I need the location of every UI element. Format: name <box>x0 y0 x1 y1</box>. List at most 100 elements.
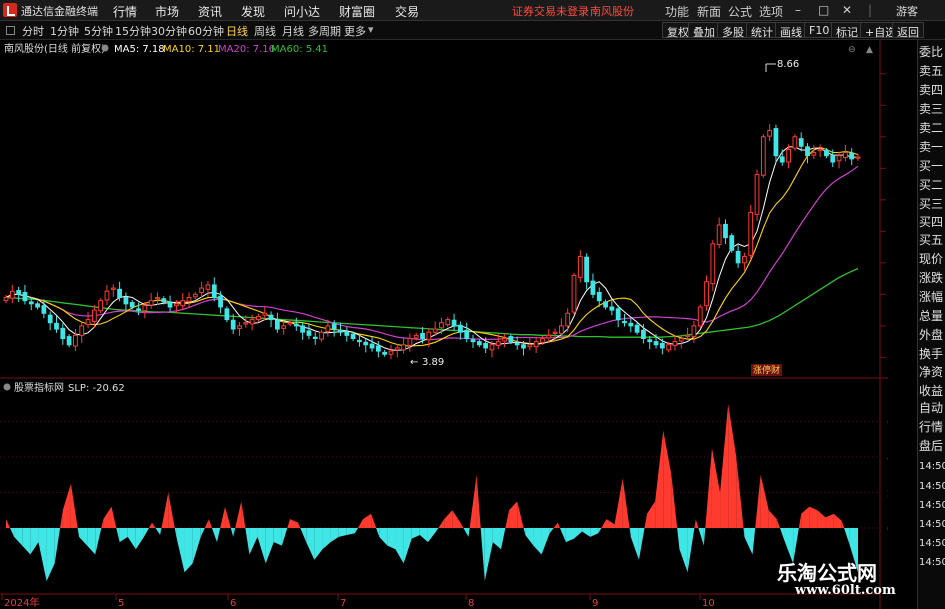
candle-body <box>792 136 798 149</box>
side-panel-item[interactable]: 14:50 <box>919 537 945 550</box>
side-panel-item[interactable]: 14:50 <box>919 556 945 569</box>
side-panel-item[interactable]: 14:50 <box>919 480 945 493</box>
menu-trade[interactable]: 交易 <box>395 3 419 20</box>
candle-body <box>161 298 167 303</box>
period-weekly[interactable]: 周线 <box>254 23 276 39</box>
menu-new-page[interactable]: 新面 <box>697 3 721 20</box>
side-panel-item[interactable]: 14:50 <box>919 518 945 531</box>
side-panel-item[interactable]: 盘后 <box>919 440 943 453</box>
minimize-icon[interactable]: – <box>795 3 801 17</box>
candle-body <box>129 302 135 308</box>
side-panel-item[interactable]: 买四 <box>919 216 943 229</box>
toolbar-toggle-icon[interactable] <box>6 26 15 35</box>
side-panel-item[interactable]: 收益 <box>919 385 943 398</box>
slp-negative-area <box>679 527 688 573</box>
side-panel-item[interactable]: 卖一 <box>919 141 943 154</box>
current-stock-link[interactable]: 南风股份 <box>590 3 634 19</box>
candle-body <box>256 315 261 321</box>
side-panel-item[interactable]: 14:50 <box>919 499 945 512</box>
menu-ask[interactable]: 问小达 <box>284 3 320 20</box>
guest-label[interactable]: 游客 <box>896 3 918 19</box>
side-panel-item[interactable]: 涨幅 <box>919 291 943 304</box>
candle-body <box>495 341 501 346</box>
draw-line-button[interactable]: 画线 <box>775 22 807 39</box>
slp-positive-area <box>557 522 560 528</box>
side-panel-item[interactable]: 买一 <box>919 160 943 173</box>
slp-positive-area <box>833 513 842 528</box>
side-panel-item[interactable]: 换手 <box>919 348 943 361</box>
side-panel-item[interactable]: 净资 <box>919 366 943 379</box>
period-30min[interactable]: 30分钟 <box>151 23 187 39</box>
menu-market[interactable]: 市场 <box>155 3 179 20</box>
slp-negative-area <box>582 527 591 537</box>
slp-value-label: SLP: -20.62 <box>68 383 125 394</box>
overlay-button[interactable]: 叠加 <box>688 22 720 39</box>
side-panel-item[interactable]: 卖二 <box>919 122 943 135</box>
candle-body <box>514 342 520 346</box>
indicator-settings-icon[interactable] <box>3 383 11 391</box>
zoom-icon[interactable]: ⊖ <box>848 45 856 55</box>
period-5min[interactable]: 5分钟 <box>84 23 113 39</box>
side-panel-item[interactable]: 14:50 <box>919 460 945 473</box>
maximize-icon[interactable]: □ <box>818 3 829 17</box>
period-60min[interactable]: 60分钟 <box>188 23 224 39</box>
period-multi[interactable]: 多周期 <box>308 23 341 39</box>
period-daily[interactable]: 日线 <box>226 23 248 39</box>
period-1min[interactable]: 1分钟 <box>50 23 79 39</box>
candle-body <box>199 287 205 293</box>
side-panel-item[interactable]: 卖四 <box>919 84 943 97</box>
side-panel-item[interactable]: 总量 <box>919 310 943 323</box>
slp-negative-area <box>273 527 282 546</box>
high-annotation: 8.66 <box>765 59 799 72</box>
side-panel-item[interactable]: 委比 <box>919 46 943 59</box>
menu-quotes[interactable]: 行情 <box>113 3 137 20</box>
slp-positive-area <box>149 522 153 528</box>
period-monthly[interactable]: 月线 <box>282 23 304 39</box>
side-panel-item[interactable]: 买三 <box>919 198 943 211</box>
candle-body <box>243 322 249 325</box>
slp-negative-area <box>744 527 753 555</box>
candle-body <box>426 331 432 341</box>
menu-bar: 通达信金融终端 行情 市场 资讯 发现 问小达 财富圈 交易 证券交易未登录 南… <box>0 0 945 21</box>
more-dropdown-icon[interactable]: ▾ <box>368 23 374 36</box>
trade-login-status[interactable]: 证券交易未登录 <box>512 3 589 19</box>
menu-discover[interactable]: 发现 <box>241 3 265 20</box>
menu-formula[interactable]: 公式 <box>728 3 752 20</box>
candle-body <box>584 256 590 283</box>
high-price-label: 8.66 <box>777 59 799 70</box>
slp-positive-area <box>601 519 607 528</box>
slp-positive-area <box>62 483 71 528</box>
mark-button[interactable]: 标记 <box>831 22 863 39</box>
menu-function[interactable]: 功能 <box>665 3 689 20</box>
back-button[interactable]: 返回 <box>892 22 924 39</box>
menu-wealth[interactable]: 财富圈 <box>339 3 375 20</box>
side-panel-item[interactable]: 买五 <box>919 234 943 247</box>
slp-negative-area <box>677 527 680 550</box>
menu-news[interactable]: 资讯 <box>198 3 222 20</box>
side-panel-item[interactable]: 现价 <box>919 253 943 266</box>
side-panel-item[interactable]: 卖五 <box>919 65 943 78</box>
candle-body <box>710 243 716 285</box>
close-icon[interactable]: ✕ <box>842 3 852 17</box>
event-tag[interactable]: 涨停财 <box>753 364 780 376</box>
period-15min[interactable]: 15分钟 <box>115 23 151 39</box>
multi-stock-button[interactable]: 多股 <box>717 22 749 39</box>
slp-negative-area <box>119 527 128 543</box>
side-panel-item[interactable]: 自动 <box>919 402 943 415</box>
period-intraday[interactable]: 分时 <box>22 23 44 39</box>
chart-settings-icon[interactable] <box>101 44 109 52</box>
side-panel-item[interactable]: 买二 <box>919 179 943 192</box>
side-panel-item[interactable]: 行情 <box>919 421 943 434</box>
period-more[interactable]: 更多 <box>344 23 366 39</box>
side-panel-item[interactable]: 卖三 <box>919 103 943 116</box>
f10-button[interactable]: F10 <box>804 22 835 38</box>
menu-options[interactable]: 选项 <box>759 3 783 20</box>
side-panel-item[interactable]: 外盘 <box>919 329 943 342</box>
collapse-icon[interactable]: ▲ <box>866 45 873 55</box>
slp-negative-area <box>30 527 39 555</box>
slp-negative-area <box>77 527 80 537</box>
slp-negative-area <box>230 527 234 537</box>
stats-button[interactable]: 统计 <box>746 22 778 39</box>
side-panel-item[interactable]: 涨跌 <box>919 272 943 285</box>
chart-area[interactable]: 南风股份(日线 前复权) MA5: 7.18 MA10: 7.11 MA20: … <box>0 40 888 609</box>
